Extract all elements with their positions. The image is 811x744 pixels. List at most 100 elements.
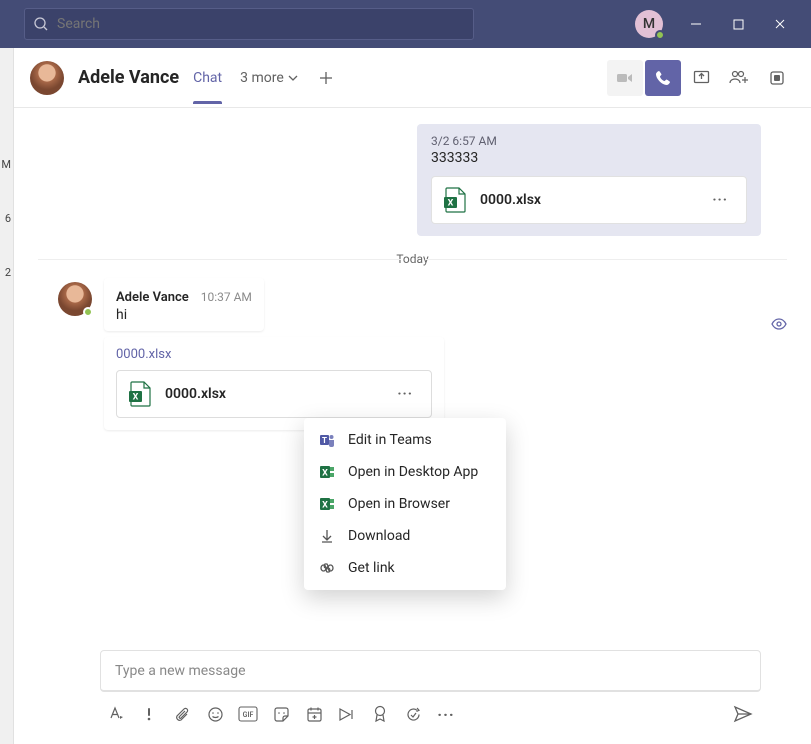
chat-header: Adele Vance Chat 3 more [14, 48, 811, 108]
teams-icon: T [318, 431, 336, 449]
sender-name: Adele Vance [116, 290, 189, 305]
excel-icon: X [318, 463, 336, 481]
user-initial: M [643, 16, 655, 32]
popout-icon [769, 70, 785, 86]
title-bar: M [0, 0, 811, 48]
menu-item-label: Edit in Teams [348, 432, 432, 448]
menu-item-open-browser[interactable]: X Open in Browser [304, 488, 506, 520]
sent-message[interactable]: 3/2 6:57 AM 333333 X 0000.xlsx ··· [417, 124, 761, 236]
tabs-more-label: 3 more [240, 70, 284, 86]
date-separator: Today [14, 252, 811, 266]
menu-item-open-desktop[interactable]: X Open in Desktop App [304, 456, 506, 488]
add-tab-button[interactable] [310, 62, 342, 94]
phone-icon [655, 70, 671, 86]
link-icon [318, 559, 336, 577]
share-screen-icon [693, 69, 710, 86]
svg-text:X: X [448, 199, 454, 209]
search-input[interactable] [49, 16, 465, 32]
attachment-context-menu: T Edit in Teams X Open in Desktop App X … [304, 418, 506, 590]
ellipsis-icon: ··· [437, 705, 454, 724]
contact-avatar[interactable] [30, 61, 64, 95]
presence-indicator [655, 30, 665, 40]
attachment-filename: 0000.xlsx [165, 386, 391, 402]
screen-share-button[interactable] [683, 60, 719, 96]
sticker-button[interactable] [265, 700, 297, 728]
plus-icon [318, 70, 334, 86]
menu-item-label: Open in Desktop App [348, 464, 478, 480]
approvals-icon [405, 706, 422, 723]
svg-text:X: X [322, 469, 328, 479]
send-icon [733, 705, 753, 723]
svg-text:X: X [133, 393, 139, 403]
tab-chat[interactable]: Chat [193, 70, 222, 104]
current-user-avatar[interactable]: M [635, 10, 663, 38]
video-call-button[interactable] [607, 60, 643, 96]
message-timestamp: 3/2 6:57 AM [431, 134, 747, 148]
attachment-filename: 0000.xlsx [480, 192, 706, 208]
menu-item-label: Get link [348, 560, 395, 576]
emoji-icon [207, 706, 224, 723]
received-message-row: Adele Vance 10:37 AM hi [14, 278, 811, 331]
video-icon [616, 69, 634, 87]
attach-button[interactable] [166, 700, 198, 728]
excel-file-icon: X [444, 187, 466, 213]
format-icon [107, 705, 125, 723]
gif-button[interactable]: GIF [232, 700, 264, 728]
message-timestamp: 10:37 AM [201, 290, 252, 304]
approvals-button[interactable] [397, 700, 429, 728]
stream-button[interactable] [331, 700, 363, 728]
calendar-plus-icon [306, 706, 323, 723]
svg-text:T: T [322, 436, 327, 445]
menu-item-get-link[interactable]: Get link [304, 552, 506, 584]
format-button[interactable] [100, 700, 132, 728]
menu-item-edit-in-teams[interactable]: T Edit in Teams [304, 424, 506, 456]
left-rail: M 6 2 [0, 48, 14, 744]
popout-button[interactable] [759, 60, 795, 96]
rail-badge: 2 [0, 266, 13, 320]
read-receipt-icon [771, 318, 787, 330]
chevron-down-icon [288, 73, 298, 83]
audio-call-button[interactable] [645, 60, 681, 96]
attachment-card[interactable]: X 0000.xlsx ··· [431, 176, 747, 224]
rail-badge: 6 [0, 212, 13, 266]
attachment-more-button[interactable]: ··· [391, 382, 419, 406]
paperclip-icon [174, 706, 191, 723]
excel-file-icon: X [129, 381, 151, 407]
message-input[interactable] [100, 650, 761, 692]
received-message[interactable]: Adele Vance 10:37 AM hi [104, 278, 264, 331]
compose-area: GIF ··· [100, 650, 761, 728]
menu-item-download[interactable]: Download [304, 520, 506, 552]
rail-badge: M [0, 158, 13, 212]
quoted-attachment-block[interactable]: 0000.xlsx X 0000.xlsx ··· [104, 337, 444, 430]
presence-indicator [83, 307, 93, 317]
tabs-more-dropdown[interactable]: 3 more [240, 70, 298, 86]
stream-icon [338, 707, 356, 722]
attachment-card[interactable]: X 0000.xlsx ··· [116, 370, 432, 418]
message-text: 333333 [431, 150, 747, 166]
add-people-button[interactable] [721, 60, 757, 96]
menu-item-label: Open in Browser [348, 496, 450, 512]
schedule-meeting-button[interactable] [298, 700, 330, 728]
message-text: hi [116, 307, 252, 323]
priority-button[interactable] [133, 700, 165, 728]
search-icon [33, 16, 49, 32]
window-minimize-button[interactable] [675, 8, 717, 40]
gif-icon: GIF [238, 706, 258, 722]
contact-name: Adele Vance [78, 67, 179, 88]
svg-text:X: X [322, 501, 328, 511]
download-icon [318, 527, 336, 545]
send-button[interactable] [725, 700, 761, 728]
people-add-icon [729, 69, 749, 87]
attachment-more-button[interactable]: ··· [706, 188, 734, 212]
search-box[interactable] [24, 8, 474, 40]
window-maximize-button[interactable] [717, 8, 759, 40]
more-actions-button[interactable]: ··· [430, 700, 462, 728]
praise-button[interactable] [364, 700, 396, 728]
compose-toolbar: GIF ··· [100, 700, 761, 728]
sender-avatar[interactable] [58, 282, 92, 316]
emoji-button[interactable] [199, 700, 231, 728]
quoted-file-link[interactable]: 0000.xlsx [116, 347, 432, 362]
sticker-icon [273, 706, 290, 723]
svg-text:GIF: GIF [243, 711, 254, 719]
window-close-button[interactable] [759, 8, 801, 40]
